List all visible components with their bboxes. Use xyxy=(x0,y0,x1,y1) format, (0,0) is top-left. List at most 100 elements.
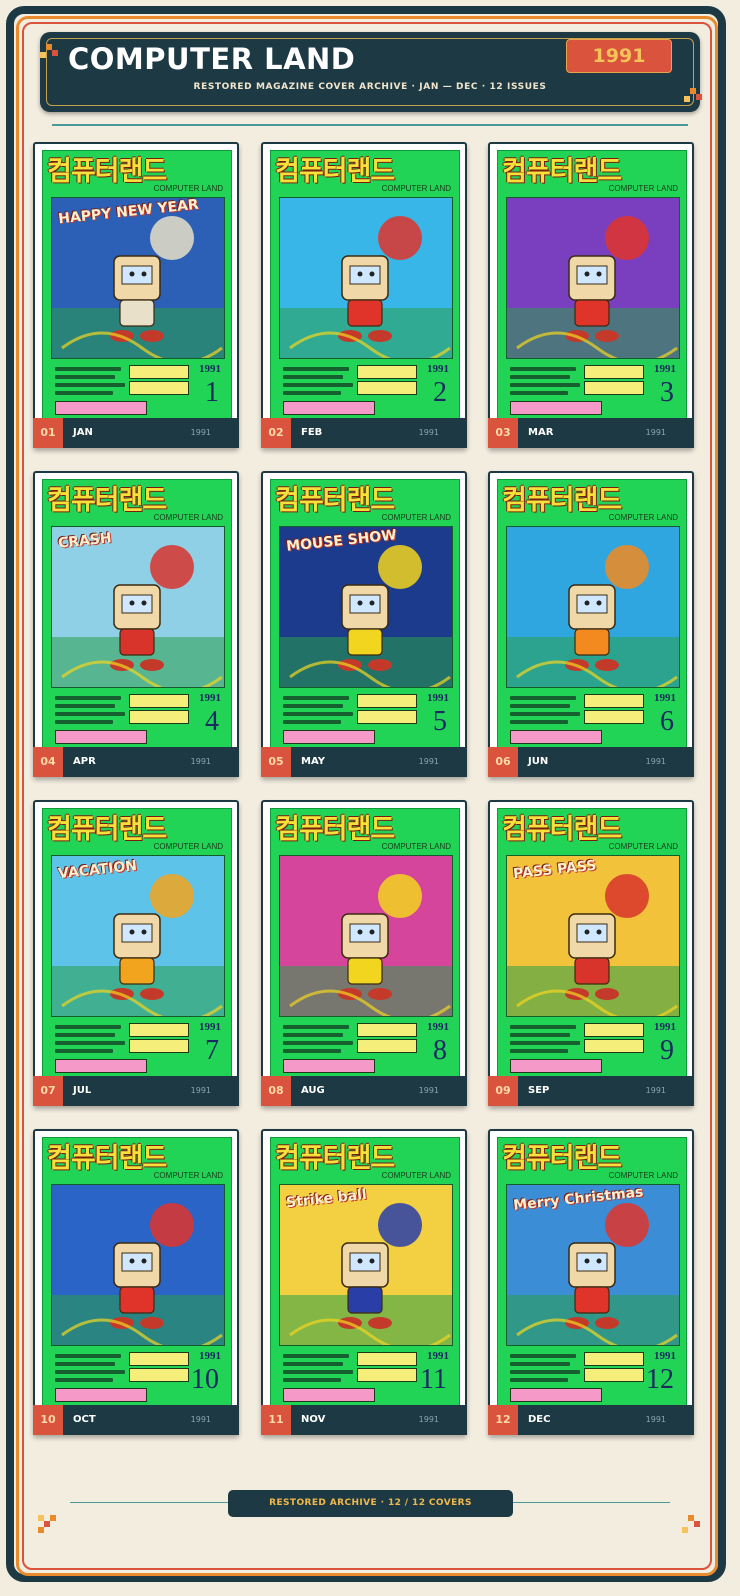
cover-issue-number: 4 xyxy=(205,706,219,737)
cover-year: 1991 xyxy=(427,692,449,704)
cover-card-sep[interactable]: 컴퓨터랜드 COMPUTER LAND PASS PASS 1991 9 09 … xyxy=(488,800,694,1106)
issue-number-badge: 07 xyxy=(33,1076,63,1106)
cover-illustration-graphic xyxy=(507,527,679,687)
cover-label-bar: 08 AUG 1991 xyxy=(261,1076,467,1106)
cover-label-bar: 05 MAY 1991 xyxy=(261,747,467,777)
issue-number-badge: 08 xyxy=(261,1076,291,1106)
cover-logo-subtitle: COMPUTER LAND xyxy=(153,513,223,522)
cover-issue-number: 5 xyxy=(433,706,447,737)
cover-issue-number: 7 xyxy=(205,1035,219,1066)
cover-illustration-graphic xyxy=(52,527,224,687)
cover-label-bar: 06 JUN 1991 xyxy=(488,747,694,777)
cover-card-apr[interactable]: 컴퓨터랜드 COMPUTER LAND CRASH 1991 4 04 APR … xyxy=(33,471,239,777)
cover-issue-number: 1 xyxy=(205,377,219,408)
issue-month: JUN xyxy=(528,756,549,767)
cover-teasers xyxy=(279,690,451,746)
cover-teasers xyxy=(279,361,451,417)
cover-logo-subtitle: COMPUTER LAND xyxy=(381,1171,451,1180)
magazine-cover: 컴퓨터랜드 COMPUTER LAND xyxy=(497,1137,687,1409)
cover-issue-number: 12 xyxy=(646,1364,674,1395)
cover-year: 1991 xyxy=(427,1021,449,1033)
magazine-cover: 컴퓨터랜드 COMPUTER LAND xyxy=(270,479,460,751)
cover-year: 1991 xyxy=(199,1021,221,1033)
cover-logo-subtitle: COMPUTER LAND xyxy=(381,184,451,193)
cover-card-may[interactable]: 컴퓨터랜드 COMPUTER LAND MOUSE SHOW 1991 5 05… xyxy=(261,471,467,777)
cover-illustration: MOUSE SHOW xyxy=(279,526,453,688)
cover-issue-number: 8 xyxy=(433,1035,447,1066)
cover-card-oct[interactable]: 컴퓨터랜드 COMPUTER LAND 1991 10 10 OCT 1991 xyxy=(33,1129,239,1435)
cover-illustration: VACATION xyxy=(51,855,225,1017)
header-divider xyxy=(52,124,688,126)
cover-illustration xyxy=(506,526,680,688)
cover-card-nov[interactable]: 컴퓨터랜드 COMPUTER LAND Strike ball 1991 11 … xyxy=(261,1129,467,1435)
cover-teasers xyxy=(51,1019,223,1075)
cover-logo: 컴퓨터랜드 xyxy=(502,814,622,845)
cover-issue-number: 11 xyxy=(420,1364,447,1395)
magazine-cover: 컴퓨터랜드 COMPUTER LAND xyxy=(497,150,687,422)
cover-logo-subtitle: COMPUTER LAND xyxy=(381,513,451,522)
cover-issue-number: 2 xyxy=(433,377,447,408)
cover-illustration: Strike ball xyxy=(279,1184,453,1346)
cover-illustration-graphic xyxy=(280,856,452,1016)
cover-logo-subtitle: COMPUTER LAND xyxy=(608,513,678,522)
cover-year: 1991 xyxy=(654,1350,676,1362)
cover-issue-number: 9 xyxy=(660,1035,674,1066)
issue-year: 1991 xyxy=(418,1415,439,1424)
cover-label-bar: 10 OCT 1991 xyxy=(33,1405,239,1435)
cover-year: 1991 xyxy=(199,1350,221,1362)
issue-year: 1991 xyxy=(645,1086,666,1095)
issue-number-badge: 03 xyxy=(488,418,518,448)
cover-logo: 컴퓨터랜드 xyxy=(275,156,395,187)
issue-month: FEB xyxy=(301,427,323,438)
cover-card-jan[interactable]: 컴퓨터랜드 COMPUTER LAND HAPPY NEW YEAR 1991 … xyxy=(33,142,239,448)
issue-year: 1991 xyxy=(645,757,666,766)
issue-month: OCT xyxy=(73,1414,96,1425)
issue-month: DEC xyxy=(528,1414,551,1425)
cover-card-jul[interactable]: 컴퓨터랜드 COMPUTER LAND VACATION 1991 7 07 J… xyxy=(33,800,239,1106)
issue-number-badge: 02 xyxy=(261,418,291,448)
issue-year: 1991 xyxy=(418,1086,439,1095)
issue-month: APR xyxy=(73,756,96,767)
cover-logo: 컴퓨터랜드 xyxy=(47,156,167,187)
cover-label-bar: 04 APR 1991 xyxy=(33,747,239,777)
cover-illustration xyxy=(506,197,680,359)
page-title: COMPUTER LAND xyxy=(68,42,356,76)
cover-logo: 컴퓨터랜드 xyxy=(502,1143,622,1174)
cover-year: 1991 xyxy=(199,692,221,704)
magazine-cover: 컴퓨터랜드 COMPUTER LAND xyxy=(270,808,460,1080)
cover-illustration: PASS PASS xyxy=(506,855,680,1017)
cover-year: 1991 xyxy=(654,363,676,375)
cover-year: 1991 xyxy=(199,363,221,375)
issue-month: MAY xyxy=(301,756,325,767)
cover-issue-number: 10 xyxy=(191,1364,219,1395)
magazine-cover: 컴퓨터랜드 COMPUTER LAND xyxy=(42,1137,232,1409)
cover-card-mar[interactable]: 컴퓨터랜드 COMPUTER LAND 1991 3 03 MAR 1991 xyxy=(488,142,694,448)
issue-number-badge: 05 xyxy=(261,747,291,777)
cover-logo-subtitle: COMPUTER LAND xyxy=(153,1171,223,1180)
cover-year: 1991 xyxy=(427,1350,449,1362)
cover-logo-subtitle: COMPUTER LAND xyxy=(153,842,223,851)
issue-number-badge: 12 xyxy=(488,1405,518,1435)
cover-teasers xyxy=(506,690,678,746)
cover-illustration-graphic xyxy=(280,198,452,358)
cover-logo-subtitle: COMPUTER LAND xyxy=(608,1171,678,1180)
cover-logo: 컴퓨터랜드 xyxy=(275,485,395,516)
issue-year: 1991 xyxy=(645,428,666,437)
magazine-cover: 컴퓨터랜드 COMPUTER LAND xyxy=(42,150,232,422)
issue-month: SEP xyxy=(528,1085,550,1096)
page-subtitle: RESTORED MAGAZINE COVER ARCHIVE · JAN — … xyxy=(193,82,547,92)
issue-year: 1991 xyxy=(190,1415,211,1424)
issue-year: 1991 xyxy=(190,1086,211,1095)
cover-illustration: HAPPY NEW YEAR xyxy=(51,197,225,359)
cover-logo-subtitle: COMPUTER LAND xyxy=(608,842,678,851)
issue-number-badge: 06 xyxy=(488,747,518,777)
cover-card-feb[interactable]: 컴퓨터랜드 COMPUTER LAND 1991 2 02 FEB 1991 xyxy=(261,142,467,448)
cover-card-dec[interactable]: 컴퓨터랜드 COMPUTER LAND Merry Christmas 1991… xyxy=(488,1129,694,1435)
cover-logo-subtitle: COMPUTER LAND xyxy=(381,842,451,851)
cover-card-jun[interactable]: 컴퓨터랜드 COMPUTER LAND 1991 6 06 JUN 1991 xyxy=(488,471,694,777)
issue-month: MAR xyxy=(528,427,554,438)
cover-issue-number: 3 xyxy=(660,377,674,408)
issue-year: 1991 xyxy=(418,428,439,437)
cover-card-aug[interactable]: 컴퓨터랜드 COMPUTER LAND 1991 8 08 AUG 1991 xyxy=(261,800,467,1106)
cover-year: 1991 xyxy=(654,692,676,704)
